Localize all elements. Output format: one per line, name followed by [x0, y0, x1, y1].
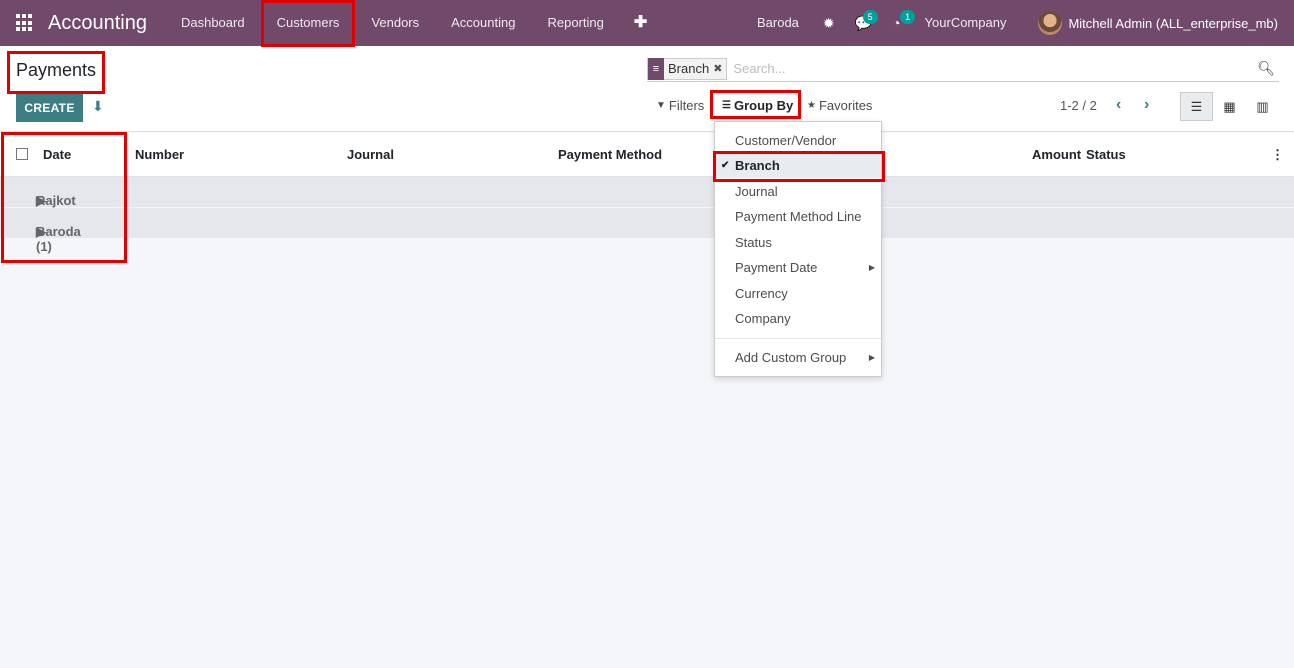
groupby-option-label: Branch: [735, 158, 780, 173]
favorites-button[interactable]: ★ Favorites: [807, 98, 872, 113]
groupby-option-branch[interactable]: ✔ Branch: [715, 153, 881, 178]
apps-menu-icon[interactable]: [16, 14, 34, 32]
pager-previous-icon[interactable]: ‹: [1116, 96, 1121, 114]
groupby-option-customer-vendor[interactable]: Customer/Vendor: [715, 128, 881, 153]
list-view-icon[interactable]: ☰: [1180, 92, 1213, 121]
view-switcher: ☰ ▦ ▥: [1180, 92, 1279, 121]
divider: [715, 338, 881, 339]
messages-badge: 5: [862, 10, 878, 24]
filter-icon: ▼: [656, 100, 666, 111]
list-header: Date Number Journal Payment Method Amoun…: [0, 133, 1294, 177]
group-by-dropdown: Customer/Vendor ✔ Branch Journal Payment …: [714, 121, 882, 377]
nav-accounting[interactable]: Accounting: [435, 0, 531, 46]
group-by-button[interactable]: ☰ Group By: [722, 98, 793, 113]
payments-list: Date Number Journal Payment Method Amoun…: [0, 133, 1294, 254]
group-by-label: Group By: [733, 98, 794, 113]
messages-icon[interactable]: 💬 5: [845, 0, 882, 46]
graph-view-icon[interactable]: ▥: [1246, 92, 1279, 121]
groupby-option-payment-date[interactable]: Payment Date ▶: [715, 255, 881, 280]
groupby-option-label: Payment Date: [735, 260, 818, 275]
activities-icon[interactable]: ◔ 1: [882, 0, 916, 46]
control-panel: Payments CREATE ⬇ ≡ Branch ✖ 🔍︎ ▼Filters…: [0, 46, 1294, 132]
select-all-checkbox[interactable]: [16, 148, 28, 160]
company-switcher[interactable]: YourCompany: [911, 0, 1021, 46]
branch-switcher[interactable]: Baroda: [743, 0, 813, 46]
pager-value[interactable]: 1-2 / 2: [1060, 98, 1097, 113]
groupby-option-payment-method-line[interactable]: Payment Method Line: [715, 204, 881, 229]
column-payment-method[interactable]: Payment Method: [558, 147, 662, 162]
top-navbar: Accounting Dashboard Customers Vendors A…: [0, 0, 1294, 46]
plus-icon[interactable]: ✚: [620, 0, 661, 46]
list-icon: ☰: [722, 100, 731, 111]
remove-facet-icon[interactable]: ✖: [713, 62, 726, 75]
user-menu[interactable]: Mitchell Admin (ALL_enterprise_mb): [1020, 11, 1278, 35]
favorites-label: Favorites: [818, 98, 873, 113]
nav-reporting[interactable]: Reporting: [531, 0, 619, 46]
caret-right-icon: ▶: [868, 353, 875, 362]
facet-label: Branch: [668, 61, 710, 76]
pager-next-icon[interactable]: ›: [1144, 96, 1149, 114]
groupby-facet-icon: ≡: [648, 57, 664, 80]
column-journal[interactable]: Journal: [347, 147, 394, 162]
create-button[interactable]: CREATE: [16, 94, 83, 122]
bug-icon[interactable]: ✹: [813, 0, 845, 46]
optional-columns-icon[interactable]: ⋮: [1271, 147, 1284, 163]
nav-dashboard[interactable]: Dashboard: [165, 0, 261, 46]
group-row[interactable]: ▶Rajkot (2): [0, 177, 1294, 223]
groupby-option-company[interactable]: Company: [715, 306, 881, 331]
user-name: Mitchell Admin (ALL_enterprise_mb): [1068, 15, 1278, 31]
column-number[interactable]: Number: [135, 147, 184, 162]
nav-vendors[interactable]: Vendors: [355, 0, 435, 46]
search-facet: ≡ Branch ✖: [647, 57, 728, 80]
search-input[interactable]: [733, 61, 1254, 76]
groupby-option-status[interactable]: Status: [715, 230, 881, 255]
search-bar: ≡ Branch ✖ 🔍︎: [647, 56, 1279, 82]
avatar: [1038, 11, 1063, 35]
groupby-option-journal[interactable]: Journal: [715, 179, 881, 204]
filters-label: Filters: [668, 98, 705, 113]
search-icon[interactable]: 🔍︎: [1257, 60, 1275, 77]
page-title: Payments: [16, 60, 97, 80]
column-status[interactable]: Status: [1086, 147, 1126, 162]
column-amount[interactable]: Amount: [1032, 147, 1081, 162]
add-custom-group[interactable]: Add Custom Group ▶: [715, 345, 881, 370]
download-icon[interactable]: ⬇: [92, 98, 106, 114]
nav-customers[interactable]: Customers: [261, 0, 356, 46]
caret-right-icon: ▶: [868, 263, 875, 272]
groupby-option-currency[interactable]: Currency: [715, 281, 881, 306]
column-date[interactable]: Date: [43, 147, 71, 162]
app-name[interactable]: Accounting: [48, 12, 147, 35]
filters-button[interactable]: ▼ Filters: [656, 98, 704, 113]
group-label: Baroda (1): [36, 224, 81, 254]
star-icon: ★: [807, 100, 816, 111]
kanban-view-icon[interactable]: ▦: [1213, 92, 1246, 121]
group-row[interactable]: ▶ Baroda (1): [0, 208, 1294, 254]
check-icon: ✔: [721, 160, 730, 171]
add-custom-group-label: Add Custom Group: [735, 350, 847, 365]
